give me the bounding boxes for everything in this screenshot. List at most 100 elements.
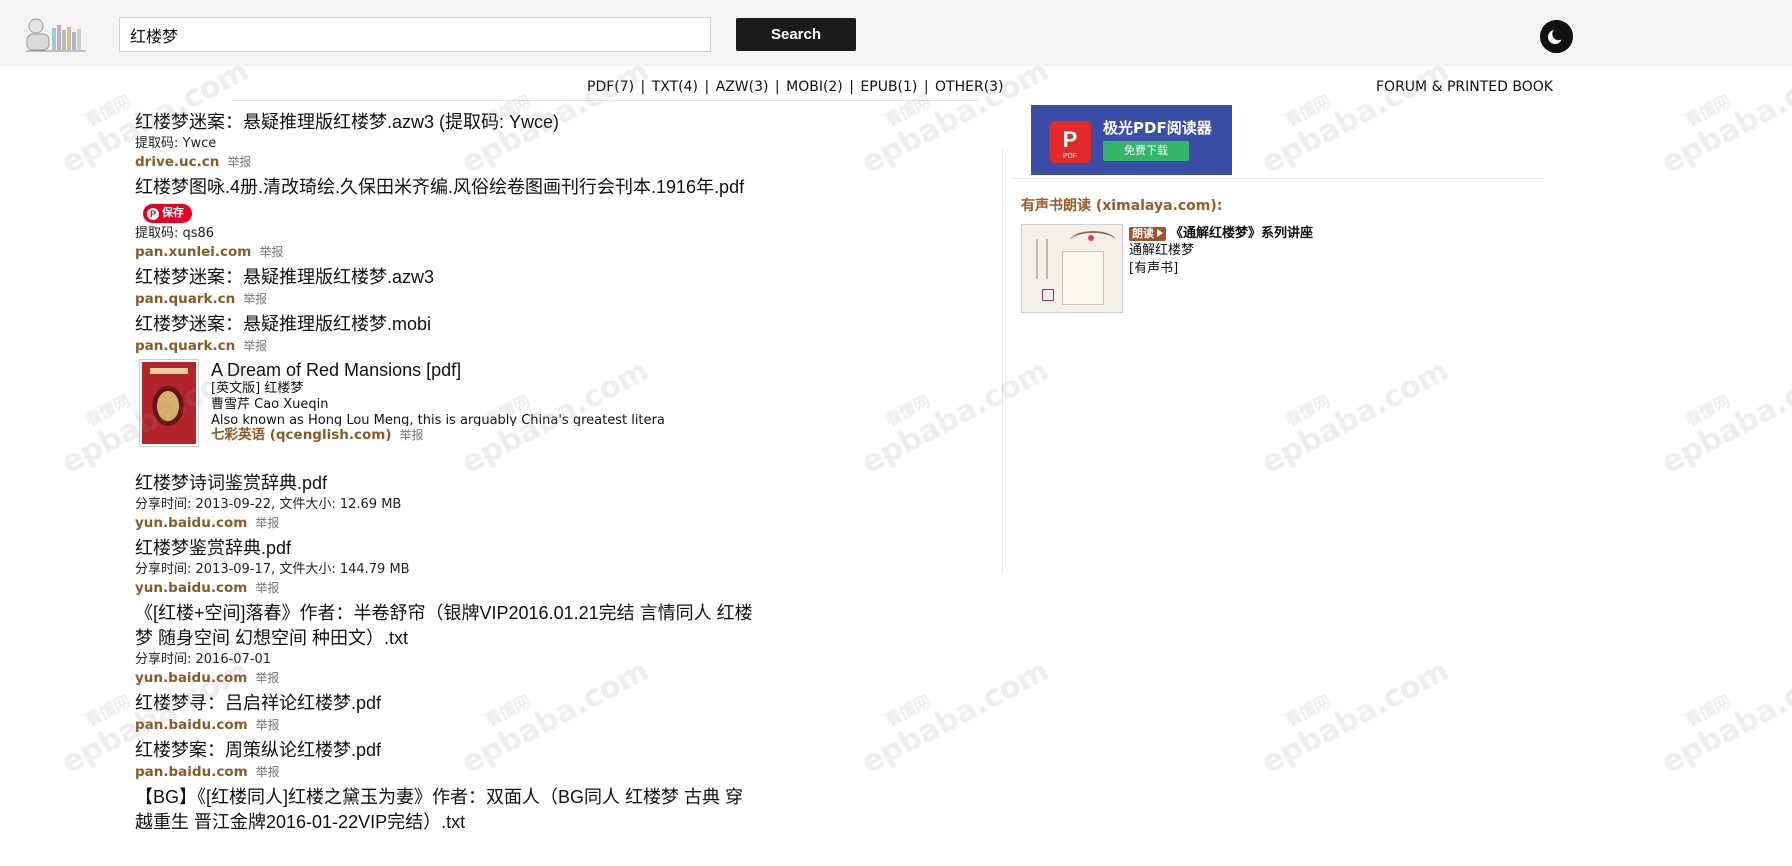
result-domain-link[interactable]: pan.baidu.com <box>135 717 248 733</box>
filter-epub[interactable]: EPUB(1) <box>860 79 917 95</box>
filter-pdf[interactable]: PDF(7) <box>587 79 634 95</box>
filter-other[interactable]: OTHER(3) <box>935 79 1004 95</box>
save-label: 保存 <box>162 207 184 219</box>
book-edition: [英文版] 红楼梦 <box>211 381 304 396</box>
pinterest-save-button[interactable]: P 保存 <box>143 204 192 223</box>
result-item: 红楼梦案：周策纵论红楼梦.pdf pan.baidu.com 举报 <box>135 738 755 781</box>
result-title[interactable]: 红楼梦案：周策纵论红楼梦.pdf <box>135 738 755 763</box>
result-item: 红楼梦寻：吕启祥论红楼梦.pdf pan.baidu.com 举报 <box>135 691 755 734</box>
result-meta: 分享时间: 2013-09-17, 文件大小: 144.79 MB <box>135 562 410 577</box>
report-link[interactable]: 举报 <box>255 516 279 530</box>
result-domain-link[interactable]: drive.uc.cn <box>135 154 219 170</box>
audiobook-tag: [有声书] <box>1129 261 1179 276</box>
report-link[interactable]: 举报 <box>400 428 424 442</box>
result-meta: 提取码: Ywce <box>135 136 217 151</box>
result-title[interactable]: 红楼梦图咏.4册.清改琦绘.久保田米齐编.风俗绘卷图画刊行会刊本.1916年.p… <box>135 175 755 225</box>
result-title[interactable]: 红楼梦寻：吕启祥论红楼梦.pdf <box>135 691 755 716</box>
result-domain-link[interactable]: pan.quark.cn <box>135 291 235 307</box>
filter-azw[interactable]: AZW(3) <box>716 79 769 95</box>
result-item: 红楼梦迷案：悬疑推理版红楼梦.azw3 (提取码: Ywce) 提取码: Ywc… <box>135 110 755 171</box>
theme-toggle-button[interactable] <box>1540 20 1573 53</box>
book-info: A Dream of Red Mansions [pdf] [英文版] 红楼梦 … <box>211 359 751 448</box>
read-aloud-badge: 朗读 <box>1129 227 1166 241</box>
result-title[interactable]: 红楼梦鉴赏辞典.pdf <box>135 536 755 561</box>
ad-download-button[interactable]: 免费下载 <box>1103 141 1189 161</box>
filter-txt[interactable]: TXT(4) <box>652 79 698 95</box>
result-domain-link[interactable]: pan.xunlei.com <box>135 244 251 260</box>
report-link[interactable]: 举报 <box>259 245 283 259</box>
audiobook-subtitle: 通解红楼梦 <box>1129 243 1195 258</box>
result-source: yun.baidu.com 举报 <box>135 514 755 532</box>
book-cover-image[interactable] <box>139 359 199 447</box>
forum-link[interactable]: FORUM & PRINTED BOOK <box>1376 79 1553 95</box>
result-source: pan.quark.cn 举报 <box>135 290 755 308</box>
book-description: Also known as Hong Lou Meng, this is arg… <box>211 413 665 426</box>
result-item: 《[红楼+空间]落春》作者：半卷舒帘（银牌VIP2016.01.21完结 言情同… <box>135 601 755 687</box>
search-button[interactable]: Search <box>736 18 856 51</box>
sidebar-divider <box>1002 150 1003 574</box>
play-icon <box>1157 229 1163 237</box>
result-title[interactable]: 红楼梦迷案：悬疑推理版红楼梦.azw3 (提取码: Ywce) <box>135 110 755 135</box>
filter-mobi[interactable]: MOBI(2) <box>786 79 843 95</box>
watermark: 看懂网epbaba.com <box>1255 353 1455 481</box>
report-link[interactable]: 举报 <box>243 292 267 306</box>
report-link[interactable]: 举报 <box>256 718 280 732</box>
result-title-text[interactable]: 红楼梦图咏.4册.清改琦绘.久保田米齐编.风俗绘卷图画刊行会刊本.1916年.p… <box>135 177 744 197</box>
result-source: pan.baidu.com 举报 <box>135 763 755 781</box>
audiobook-heading: 有声书朗读 (ximalaya.com): <box>1021 198 1223 214</box>
report-link[interactable]: 举报 <box>243 339 267 353</box>
pdf-reader-ad-banner[interactable]: P PDF 极光PDF阅读器 免费下载 <box>1031 105 1232 175</box>
pinterest-icon: P <box>147 208 159 220</box>
audiobook-title-text[interactable]: 《通解红楼梦》系列讲座 <box>1170 226 1313 241</box>
result-meta: 分享时间: 2016-07-01 <box>135 652 272 667</box>
result-title[interactable]: 【BG】《[红楼同人]红楼之黛玉为妻》作者：双面人（BG同人 红楼梦 古典 穿越… <box>135 785 755 835</box>
results-list: 红楼梦迷案：悬疑推理版红楼梦.azw3 (提取码: Ywce) 提取码: Ywc… <box>135 110 755 835</box>
result-title[interactable]: 红楼梦迷案：悬疑推理版红楼梦.mobi <box>135 312 755 337</box>
book-source-link[interactable]: 七彩英语 (qcenglish.com) <box>211 427 392 443</box>
result-title[interactable]: 红楼梦诗词鉴赏辞典.pdf <box>135 471 755 496</box>
result-source: yun.baidu.com 举报 <box>135 669 755 687</box>
result-item: 红楼梦迷案：悬疑推理版红楼梦.mobi pan.quark.cn 举报 <box>135 312 755 355</box>
result-item: 【BG】《[红楼同人]红楼之黛玉为妻》作者：双面人（BG同人 红楼梦 古典 穿越… <box>135 785 755 835</box>
result-item: 红楼梦图咏.4册.清改琦绘.久保田米齐编.风俗绘卷图画刊行会刊本.1916年.p… <box>135 175 755 261</box>
result-domain-link[interactable]: pan.quark.cn <box>135 338 235 354</box>
format-filters: PDF(7) | TXT(4) | AZW(3) | MOBI(2) | EPU… <box>587 79 1004 95</box>
watermark: 看懂网epbaba.com <box>1255 653 1455 781</box>
result-domain-link[interactable]: yun.baidu.com <box>135 515 247 531</box>
result-source: pan.quark.cn 举报 <box>135 337 755 355</box>
result-domain-link[interactable]: yun.baidu.com <box>135 670 247 686</box>
watermark: 看懂网epbaba.com <box>855 653 1055 781</box>
result-source: yun.baidu.com 举报 <box>135 579 755 597</box>
moon-icon <box>1540 20 1573 53</box>
report-link[interactable]: 举报 <box>256 765 280 779</box>
result-source: pan.baidu.com 举报 <box>135 716 755 734</box>
watermark: 看懂网epbaba.com <box>1655 353 1792 481</box>
result-item: 红楼梦鉴赏辞典.pdf 分享时间: 2013-09-17, 文件大小: 144.… <box>135 536 755 597</box>
result-title[interactable]: 《[红楼+空间]落春》作者：半卷舒帘（银牌VIP2016.01.21完结 言情同… <box>135 601 755 651</box>
result-domain-link[interactable]: pan.baidu.com <box>135 764 248 780</box>
audiobook-cover-image[interactable] <box>1021 224 1123 313</box>
ad-text: 极光PDF阅读器 <box>1103 119 1212 137</box>
report-link[interactable]: 举报 <box>255 671 279 685</box>
site-logo-icon[interactable] <box>24 16 88 54</box>
result-domain-link[interactable]: yun.baidu.com <box>135 580 247 596</box>
watermark: 看懂网epbaba.com <box>1655 653 1792 781</box>
audiobook-info: 朗读 《通解红楼梦》系列讲座 通解红楼梦 [有声书] <box>1129 225 1313 278</box>
watermark: 看懂网epbaba.com <box>855 353 1055 481</box>
result-meta: 分享时间: 2013-09-22, 文件大小: 12.69 MB <box>135 497 402 512</box>
audiobook-title[interactable]: 朗读 《通解红楼梦》系列讲座 <box>1129 225 1313 242</box>
book-source: 七彩英语 (qcenglish.com) 举报 <box>211 426 751 444</box>
result-item: 红楼梦迷案：悬疑推理版红楼梦.azw3 pan.quark.cn 举报 <box>135 265 755 308</box>
result-source: drive.uc.cn 举报 <box>135 153 755 171</box>
book-author: 曹雪芹 Cao Xueqin <box>211 397 329 412</box>
report-link[interactable]: 举报 <box>255 581 279 595</box>
search-input[interactable] <box>119 17 711 52</box>
report-link[interactable]: 举报 <box>227 155 251 169</box>
top-bar: Search <box>0 0 1792 66</box>
filter-divider <box>232 100 978 101</box>
result-title[interactable]: 红楼梦迷案：悬疑推理版红楼梦.azw3 <box>135 265 755 290</box>
sidebar-section-divider <box>1012 178 1544 179</box>
pdf-logo-icon: P PDF <box>1049 121 1091 163</box>
result-source: pan.xunlei.com 举报 <box>135 243 755 261</box>
book-title[interactable]: A Dream of Red Mansions [pdf] <box>211 359 751 381</box>
